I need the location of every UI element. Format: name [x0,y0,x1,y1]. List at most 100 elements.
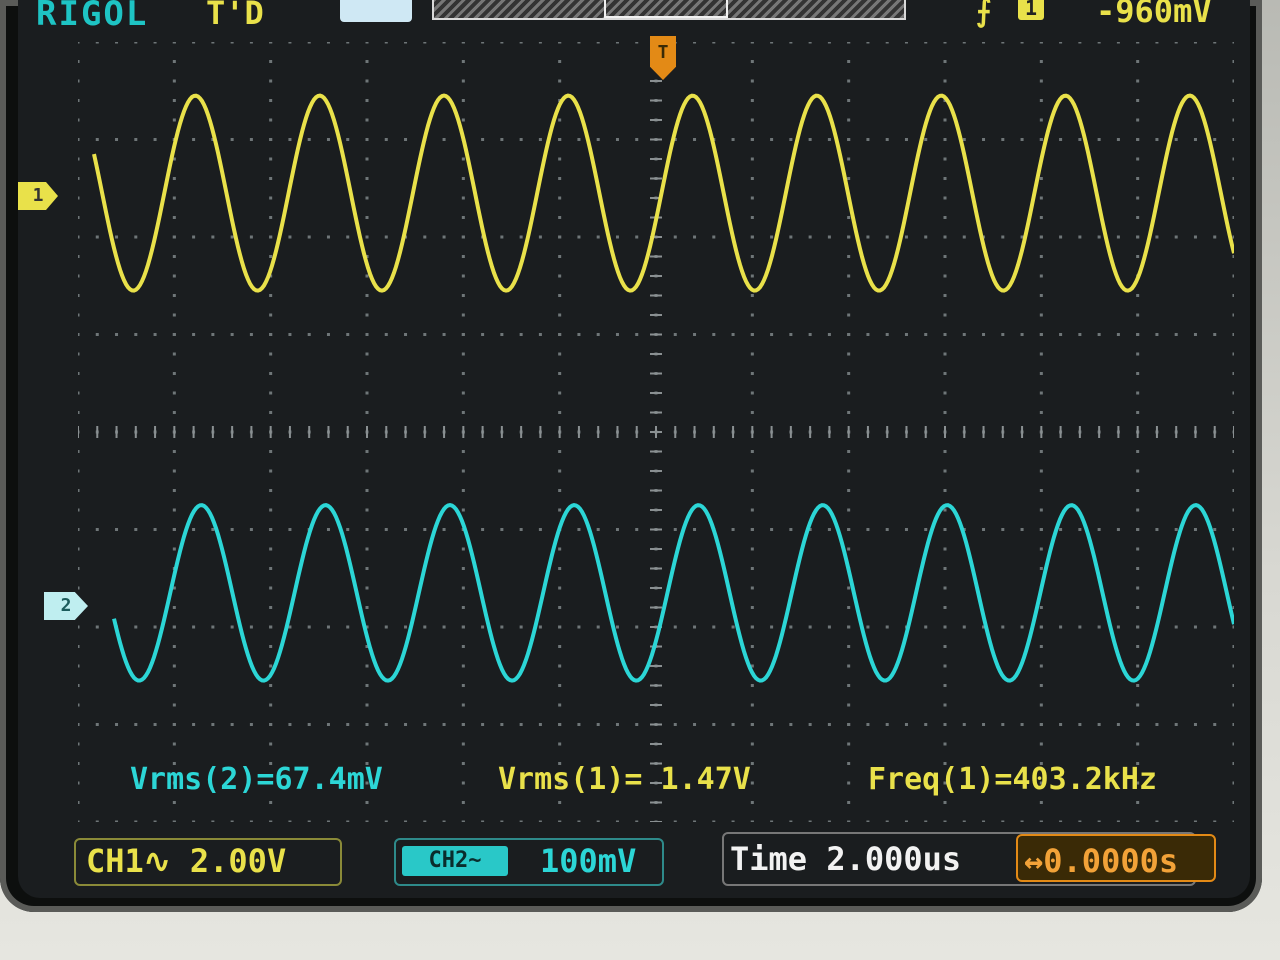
grid-dot [1136,742,1140,746]
grid-dot [1001,333,1005,336]
grid-dot [635,528,639,531]
grid-dot [1193,42,1197,44]
grid-dot [1039,411,1043,414]
grid-dot [673,333,677,336]
grid-dot [172,294,176,297]
grid-dot [326,528,330,531]
grid-dot [538,528,542,531]
grid-dot [249,333,253,336]
grid-dot [808,138,812,141]
grid-dot [78,723,80,726]
grid-dot [1116,528,1120,531]
grid-dot [1097,528,1101,531]
grid-dot [1136,411,1140,414]
grid-dot [750,625,754,629]
grid-dot [78,42,80,44]
grid-dot [750,255,754,258]
grid-dot [827,625,831,629]
grid-dot [230,820,234,822]
grid-dot [750,528,754,531]
grid-dot [365,216,369,219]
grid-dot [249,138,253,141]
grid-dot [461,469,465,473]
grid-dot [384,138,388,141]
grid-dot [1174,723,1178,726]
grid-dot [635,820,639,822]
memory-depth-bar [432,0,906,20]
grid-dot [384,42,388,44]
ch2-marker-label: 2 [60,595,72,616]
grid-dot [519,42,523,44]
grid-dot [1136,820,1140,822]
grid-dot [943,42,947,44]
grid-dot [1136,664,1140,668]
grid-dot [1136,723,1140,726]
grid-dot [461,489,465,492]
grid-dot [461,820,465,822]
grid-dot [750,781,754,785]
grid-dot [673,625,677,629]
grid-dot [172,411,176,414]
grid-dot [481,138,485,141]
grid-dot [365,391,369,395]
grid-dot [943,703,947,707]
grid-dot [693,333,697,336]
grid-dot [615,42,619,44]
ch1-ground-marker[interactable]: 1 [18,182,58,210]
timebase-scale: Time 2.000us [730,840,962,878]
grid-dot [461,450,465,453]
grid-dot [442,333,446,336]
grid-dot [346,820,350,822]
grid-dot [519,333,523,336]
grid-dot [78,742,80,746]
grid-dot [78,450,80,453]
grid-dot [635,235,639,239]
grid-dot [365,703,369,707]
grid-dot [538,820,542,822]
grid-dot [847,118,851,122]
grid-dot [1232,450,1234,453]
grid-dot [519,528,523,531]
grid-dot [693,723,697,726]
grid-dot [1136,79,1140,83]
trigger-source-badge: 1 [1018,0,1044,20]
grid-dot [943,235,947,239]
grid-dot [172,450,176,453]
grid-dot [731,333,735,336]
grid-dot [365,820,369,822]
grid-dot [1232,820,1234,822]
grid-dot [1136,625,1140,629]
grid-dot [500,528,504,531]
grid-dot [943,118,947,122]
grid-dot [1078,42,1082,44]
grid-dot [924,723,928,726]
grid-dot [249,528,253,531]
grid-dot [558,157,562,161]
grid-dot [827,138,831,141]
grid-dot [78,79,80,83]
grid-dot [307,235,311,239]
grid-dot [750,489,754,492]
grid-dot [712,820,716,822]
grid-dot [1001,528,1005,531]
grid-dot [423,333,427,336]
grid-dot [423,625,427,629]
grid-dot [750,411,754,414]
grid-dot [847,742,851,746]
grid-dot [1213,42,1217,44]
grid-dot [615,625,619,629]
grid-dot [172,606,176,609]
screen-frame: RIGOL T'D ⨍ 1 -960mV T 1 2 Vrms(2)=67.4m [0,0,1262,912]
grid-dot [1039,313,1043,317]
grid-dot [770,625,774,629]
grid-dot [1213,723,1217,726]
grid-dot [192,625,196,629]
grid-dot [827,42,831,44]
grid-dot [847,60,851,63]
status-bar: RIGOL T'D ⨍ 1 -960mV [18,0,1250,34]
grid-dot [172,664,176,668]
grid-dot [1136,645,1140,648]
grid-dot [519,820,523,822]
grid-dot [1039,372,1043,375]
grid-dot [384,528,388,531]
